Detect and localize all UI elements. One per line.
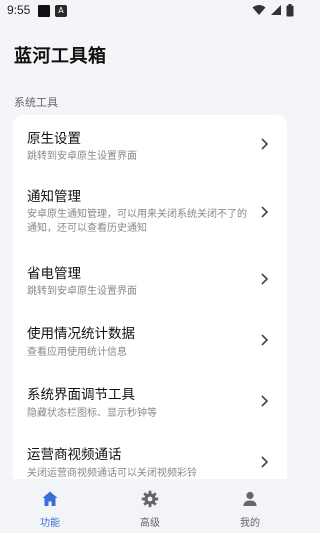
item-title: 通知管理	[27, 189, 81, 205]
item-subtitle: 隐藏状态栏图标、显示秒钟等	[27, 408, 157, 419]
notification-icon	[38, 5, 50, 17]
item-title: 运营商视频通话	[27, 447, 122, 463]
nav-label: 高级	[140, 518, 160, 529]
nav-label: 我的	[240, 518, 260, 529]
item-subtitle: 查看应用使用统计信息	[27, 347, 127, 358]
item-usage-stats[interactable]: 使用情况统计数据 查看应用使用统计信息	[13, 309, 287, 369]
nav-tab-advanced[interactable]: 高级	[100, 479, 200, 533]
item-title: 使用情况统计数据	[27, 326, 135, 342]
chevron-right-icon	[261, 334, 269, 346]
item-title: 系统界面调节工具	[27, 387, 135, 403]
item-system-ui-tuner[interactable]: 系统界面调节工具 隐藏状态栏图标、显示秒钟等	[13, 369, 287, 429]
item-native-settings[interactable]: 原生设置 跳转到安卓原生设置界面	[13, 115, 287, 175]
nav-tab-features[interactable]: 功能	[0, 479, 100, 533]
chevron-right-icon	[261, 138, 269, 150]
section-title: 系统工具	[14, 96, 58, 109]
item-subtitle: 跳转到安卓原生设置界面	[27, 151, 137, 162]
chevron-right-icon	[261, 206, 269, 218]
system-tools-card: 原生设置 跳转到安卓原生设置界面 通知管理 安卓原生通知管理，可以用来关闭系统关…	[13, 115, 287, 487]
status-bar: 9:55 A	[0, 0, 300, 22]
chevron-right-icon	[261, 395, 269, 407]
item-subtitle: 安卓原生通知管理，可以用来关闭系统关闭不了的通知，还可以查看历史通知	[27, 209, 247, 234]
item-power-management[interactable]: 省电管理 跳转到安卓原生设置界面	[13, 249, 287, 309]
bottom-navigation: 功能 高级 我的	[0, 479, 300, 533]
person-icon	[243, 491, 257, 506]
app-title: 蓝河工具箱	[14, 46, 107, 67]
status-indicators	[252, 3, 294, 17]
item-notification-management[interactable]: 通知管理 安卓原生通知管理，可以用来关闭系统关闭不了的通知，还可以查看历史通知	[13, 175, 287, 249]
wifi-icon	[252, 5, 266, 15]
item-title: 原生设置	[27, 131, 81, 147]
nav-label: 功能	[40, 518, 60, 529]
gear-icon	[141, 490, 159, 508]
chevron-right-icon	[261, 273, 269, 285]
nav-tab-profile[interactable]: 我的	[200, 479, 300, 533]
status-time: 9:55	[7, 3, 31, 17]
chevron-right-icon	[261, 456, 269, 468]
home-icon	[42, 491, 58, 506]
battery-icon	[286, 3, 294, 16]
item-subtitle: 跳转到安卓原生设置界面	[27, 286, 137, 297]
notification-app-icon: A	[55, 5, 67, 17]
item-title: 省电管理	[27, 266, 81, 282]
signal-icon	[271, 5, 281, 15]
